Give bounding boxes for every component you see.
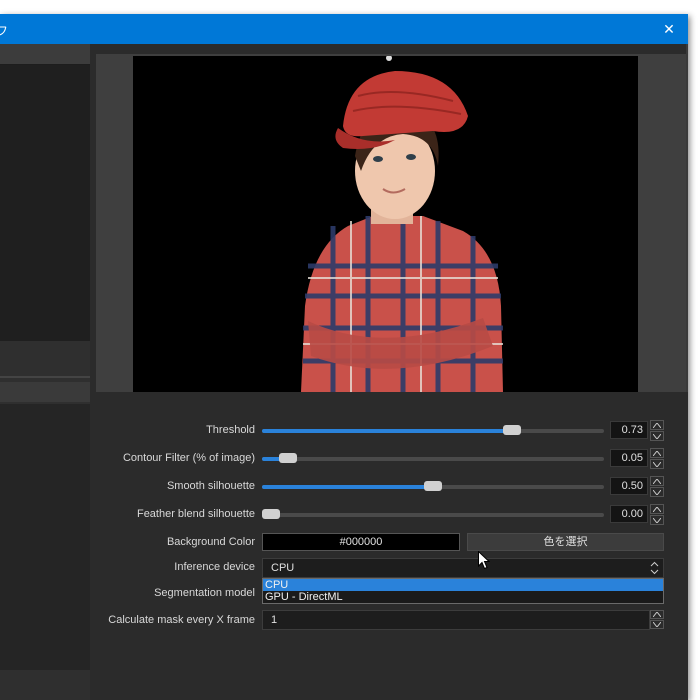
chevron-down-icon — [653, 461, 661, 467]
mouse-cursor-icon — [478, 551, 490, 570]
increment-button[interactable] — [650, 448, 664, 458]
contour-filter-spin-buttons[interactable] — [650, 448, 664, 470]
smooth-silhouette-slider[interactable] — [262, 481, 604, 491]
segmentation-model-row: Segmentation model — [90, 583, 688, 605]
smooth-silhouette-label: Smooth silhouette — [166, 480, 255, 492]
threshold-slider-handle[interactable] — [502, 425, 521, 435]
contour-filter-row: Contour Filter (% of image) 0.05 — [90, 448, 688, 470]
contour-filter-slider[interactable] — [262, 453, 604, 463]
calc-mask-input[interactable]: 1 — [262, 610, 650, 630]
chevron-down-icon — [653, 622, 661, 627]
threshold-value[interactable]: 0.73 — [610, 421, 648, 439]
boy-silhouette-image — [133, 56, 638, 392]
feather-blend-label: Feather blend silhouette — [136, 508, 255, 520]
increment-button[interactable] — [650, 476, 664, 486]
decrement-button[interactable] — [650, 459, 664, 469]
chevron-up-icon — [653, 422, 661, 428]
calc-mask-spin-buttons[interactable] — [650, 610, 664, 630]
preview-area — [96, 54, 686, 392]
background-color-label: Background Color — [166, 536, 255, 548]
threshold-slider[interactable] — [262, 425, 604, 435]
inference-device-row: Inference device CPU — [90, 557, 688, 579]
filter-list[interactable] — [0, 65, 90, 341]
decrement-button[interactable] — [650, 487, 664, 497]
chevron-up-icon — [653, 612, 661, 617]
filter-window: フ ✕ Threshold 0.73 Contour Filter (% of … — [0, 14, 688, 700]
filter-list-header — [0, 44, 90, 65]
chevron-up-icon — [653, 506, 661, 512]
smooth-silhouette-spin-buttons[interactable] — [650, 476, 664, 498]
chevron-down-icon — [653, 489, 661, 495]
properties-panel: Threshold 0.73 Contour Filter (% of imag… — [90, 392, 688, 700]
window-title: フ — [0, 24, 9, 38]
threshold-slider-fill — [262, 429, 512, 433]
inference-device-label: Inference device — [174, 561, 255, 573]
increment-button[interactable] — [650, 610, 664, 619]
smooth-silhouette-slider-fill — [262, 485, 433, 489]
feather-blend-slider[interactable] — [261, 509, 604, 519]
calc-mask-row: Calculate mask every X frame 1 — [90, 610, 688, 632]
effect-list[interactable] — [0, 404, 90, 670]
threshold-label: Threshold — [206, 424, 255, 436]
background-color-swatch: #000000 — [262, 533, 460, 551]
segmentation-model-label: Segmentation model — [154, 587, 255, 599]
decrement-button[interactable] — [650, 431, 664, 441]
threshold-spin-buttons[interactable] — [650, 420, 664, 442]
increment-button[interactable] — [650, 420, 664, 430]
smooth-silhouette-row: Smooth silhouette 0.50 — [90, 476, 688, 498]
feather-blend-row: Feather blend silhouette 0.00 — [90, 504, 688, 526]
chevron-up-icon — [653, 478, 661, 484]
pane-divider — [0, 376, 90, 378]
increment-button[interactable] — [650, 504, 664, 514]
select-arrows-icon — [650, 561, 659, 575]
inference-device-value: CPU — [271, 562, 295, 574]
feather-blend-slider-handle[interactable] — [261, 509, 280, 519]
contour-filter-slider-handle[interactable] — [278, 453, 297, 463]
contour-filter-value[interactable]: 0.05 — [610, 449, 648, 467]
decrement-button[interactable] — [650, 515, 664, 525]
calc-mask-label: Calculate mask every X frame — [108, 614, 255, 626]
smooth-silhouette-value[interactable]: 0.50 — [610, 477, 648, 495]
decrement-button[interactable] — [650, 620, 664, 629]
feather-blend-value[interactable]: 0.00 — [610, 505, 648, 523]
select-color-button[interactable]: 色を選択 — [467, 533, 664, 551]
chevron-up-icon — [653, 450, 661, 456]
close-button[interactable]: ✕ — [650, 14, 688, 44]
background-color-row: Background Color #000000 色を選択 — [90, 532, 688, 554]
feather-blend-spin-buttons[interactable] — [650, 504, 664, 526]
close-icon: ✕ — [663, 20, 675, 37]
smooth-silhouette-slider-handle[interactable] — [424, 481, 442, 491]
inference-device-select[interactable]: CPU — [262, 558, 664, 578]
title-bar: フ ✕ — [0, 14, 688, 44]
contour-filter-label: Contour Filter (% of image) — [122, 452, 255, 464]
effect-list-header — [0, 382, 90, 402]
chevron-down-icon — [653, 517, 661, 523]
chevron-down-icon — [653, 433, 661, 439]
preview-image — [133, 56, 638, 392]
threshold-row: Threshold 0.73 — [90, 420, 688, 442]
